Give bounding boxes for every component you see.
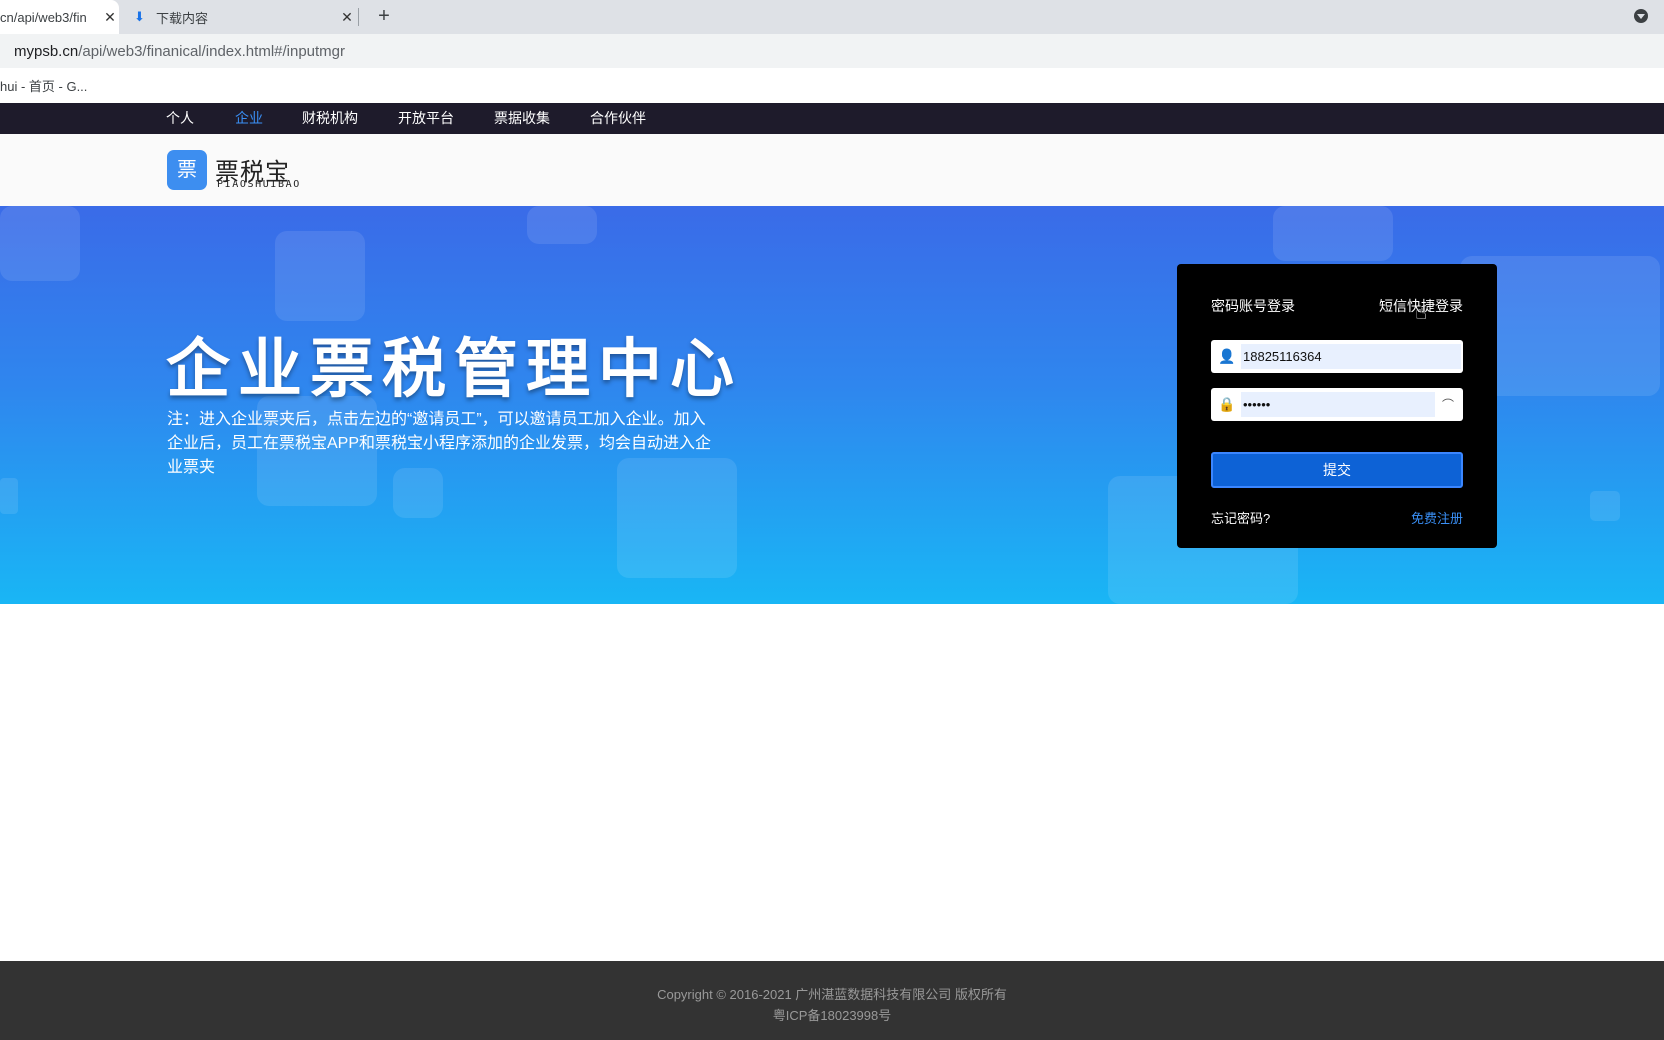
user-icon: 👤	[1218, 348, 1236, 364]
password-field[interactable]: 🔒 •••••• ⌒	[1211, 388, 1463, 421]
nav-item-tax-agency[interactable]: 财税机构	[302, 103, 358, 134]
footer-icp[interactable]: 粤ICP备18023998号	[0, 1005, 1664, 1024]
hand-cursor-icon: ☝	[1415, 302, 1428, 324]
bookmarks-bar: hui - 首页 - G...	[0, 68, 1664, 102]
tab-close-icon[interactable]: ✕	[101, 9, 119, 26]
address-bar[interactable]: mypsb.cn/api/web3/finanical/index.html#/…	[0, 34, 1664, 68]
tab-password-login[interactable]: 密码账号登录	[1211, 296, 1295, 316]
bookmark-item[interactable]: hui - 首页 - G...	[0, 76, 87, 95]
logo-icon[interactable]: 票	[167, 150, 207, 190]
username-input[interactable]: 18825116364	[1241, 344, 1461, 369]
grid-icon	[0, 206, 80, 281]
tab-separator	[358, 8, 359, 26]
submit-button[interactable]: 提交	[1211, 452, 1463, 488]
nav-item-enterprise[interactable]: 企业	[235, 103, 263, 134]
browser-tab-active[interactable]: cn/api/web3/fin ✕	[0, 0, 119, 34]
download-icon: ⬇	[134, 9, 145, 24]
site-nav: 个人 企业 财税机构 开放平台 票据收集 合作伙伴	[0, 103, 1664, 134]
hero-title: 企业票税管理中心	[166, 333, 742, 405]
register-link[interactable]: 免费注册	[1411, 508, 1463, 527]
login-box: 密码账号登录 短信快捷登录 👤 18825116364 🔒 •••••• ⌒ 提…	[1177, 264, 1497, 548]
tab-search-icon[interactable]	[1634, 9, 1648, 23]
forgot-password-link[interactable]: 忘记密码?	[1211, 508, 1270, 527]
username-field[interactable]: 👤 18825116364	[1211, 340, 1463, 373]
decor-square	[0, 478, 18, 514]
nav-item-receipt-collection[interactable]: 票据收集	[494, 103, 550, 134]
decor-square	[1273, 206, 1393, 261]
eye-closed-icon[interactable]: ⌒	[1439, 396, 1457, 413]
nav-item-open-platform[interactable]: 开放平台	[398, 103, 454, 134]
logo-name-en: PIAOSHUIBAO	[217, 179, 301, 190]
browser-tab-downloads[interactable]: ⬇ 下载内容 ✕	[126, 0, 356, 34]
url-path: /api/web3/finanical/index.html#/inputmgr	[78, 42, 346, 60]
logo-bar: 票 票税宝 PIAOSHUIBAO	[0, 134, 1664, 206]
lock-icon: 🔒	[1218, 396, 1236, 412]
nav-item-partners[interactable]: 合作伙伴	[590, 103, 646, 134]
tab-title: cn/api/web3/fin	[0, 9, 87, 25]
browser-tab-strip: cn/api/web3/fin ✕ ⬇ 下载内容 ✕ +	[0, 0, 1664, 34]
document-icon	[275, 231, 365, 321]
decor-square	[1590, 491, 1620, 521]
nav-item-personal[interactable]: 个人	[166, 103, 194, 134]
password-input[interactable]: ••••••	[1241, 392, 1435, 417]
url-host: mypsb.cn	[14, 42, 79, 60]
footer-copyright: Copyright © 2016-2021 广州湛蓝数据科技有限公司 版权所有	[657, 987, 1007, 1002]
tab-close-icon[interactable]: ✕	[338, 9, 356, 26]
mail-icon	[527, 206, 597, 244]
footer: Copyright © 2016-2021 广州湛蓝数据科技有限公司 版权所有 …	[0, 961, 1664, 1040]
new-tab-button[interactable]: +	[372, 4, 396, 28]
tab-title: 下载内容	[156, 10, 209, 26]
hero-note: 注：进入企业票夹后，点击左边的“邀请员工”，可以邀请员工加入企业。加入企业后，员…	[167, 411, 712, 476]
